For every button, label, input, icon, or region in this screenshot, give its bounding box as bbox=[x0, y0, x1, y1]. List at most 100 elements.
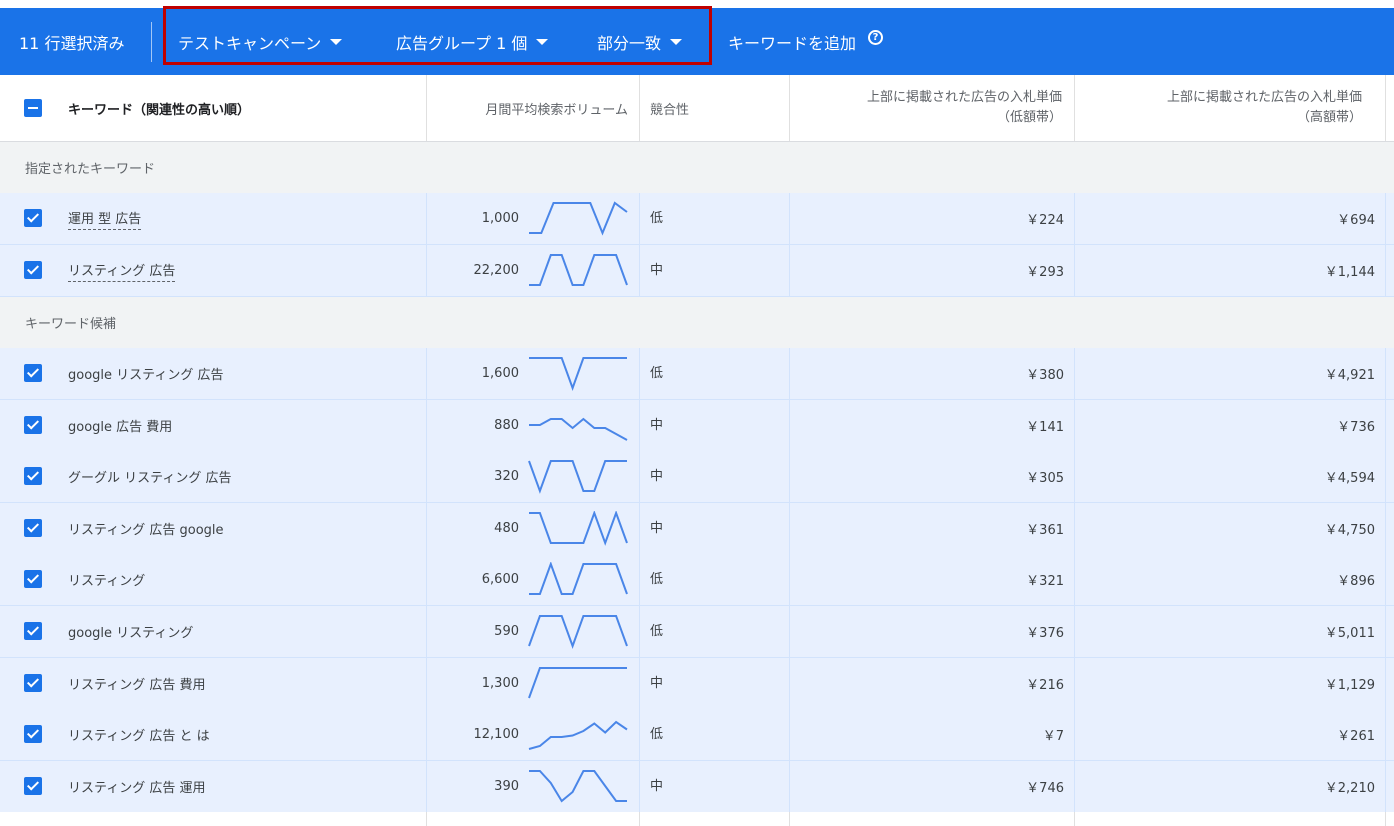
table-row[interactable]: リスティング 広告 と は 12,100 低 ￥7 ￥261 bbox=[0, 709, 1394, 761]
bid-low-cell: ￥224 bbox=[1026, 213, 1064, 228]
sparkline-path bbox=[529, 357, 627, 391]
column-header-bid-low[interactable]: 上部に掲載された広告の入札単価 （低額帯） bbox=[790, 75, 1074, 141]
highlight-annotation-box bbox=[163, 6, 712, 65]
bid-low-cell: ￥293 bbox=[1026, 265, 1064, 280]
bid-low-cell: ￥321 bbox=[1026, 574, 1064, 589]
volume-cell: 1,000 bbox=[481, 211, 519, 226]
table-row[interactable]: リスティング 6,600 低 ￥321 ￥896 bbox=[0, 554, 1394, 606]
row-checkbox[interactable] bbox=[24, 416, 42, 434]
trend-sparkline bbox=[528, 615, 628, 649]
column-header-keyword[interactable]: キーワード（関連性の高い順） bbox=[68, 75, 250, 141]
competition-cell: 中 bbox=[650, 418, 664, 433]
bid-low-cell: ￥376 bbox=[1026, 626, 1064, 641]
column-header-competition[interactable]: 競合性 bbox=[650, 75, 689, 141]
keyword-cell: リスティング 広告 bbox=[68, 245, 176, 296]
section-label: 指定されたキーワード bbox=[25, 162, 156, 177]
table-row[interactable]: リスティング 広告 google 480 中 ￥361 ￥4,750 bbox=[0, 503, 1394, 555]
add-keywords-button[interactable]: キーワードを追加 ? bbox=[728, 8, 884, 75]
sparkline-path bbox=[529, 562, 628, 595]
help-icon[interactable]: ? bbox=[868, 30, 884, 45]
bid-high-cell: ￥4,750 bbox=[1324, 523, 1375, 538]
row-checkbox[interactable] bbox=[24, 570, 42, 588]
keyword-cell: google 広告 費用 bbox=[68, 400, 172, 451]
sparkline-path bbox=[528, 460, 627, 494]
bid-high-line2: （高額帯） bbox=[1296, 110, 1362, 125]
keyword-text: リスティング 広告 bbox=[68, 260, 176, 282]
competition-cell: 中 bbox=[650, 779, 664, 794]
table-row[interactable]: リスティング 広告 運用 390 中 ￥746 ￥2,210 bbox=[0, 761, 1394, 813]
row-checkbox[interactable] bbox=[24, 674, 42, 692]
row-checkbox[interactable] bbox=[24, 467, 42, 485]
bid-high-cell: ￥4,921 bbox=[1324, 368, 1375, 383]
bid-high-line1: 上部に掲載された広告の入札単価 bbox=[1166, 90, 1362, 105]
keyword-cell: リスティング 広告 と は bbox=[68, 709, 210, 760]
sparkline-path bbox=[529, 511, 628, 546]
trend-sparkline bbox=[529, 562, 628, 595]
bid-low-cell: ￥361 bbox=[1026, 523, 1064, 538]
row-checkbox[interactable] bbox=[24, 261, 42, 279]
table-row[interactable]: google 広告 費用 880 中 ￥141 ￥736 bbox=[0, 400, 1394, 452]
keyword-cell: リスティング 広告 運用 bbox=[68, 761, 206, 812]
toolbar-divider bbox=[151, 22, 152, 62]
column-header-volume[interactable]: 月間平均検索ボリューム bbox=[427, 75, 638, 141]
table-row[interactable]: グーグル リスティング 広告 320 中 ￥305 ￥4,594 bbox=[0, 451, 1394, 503]
keyword-text: google リスティング 広告 bbox=[68, 368, 224, 383]
sparkline-path bbox=[529, 201, 628, 236]
column-divider bbox=[639, 75, 640, 141]
competition-cell: 中 bbox=[650, 469, 664, 484]
table-row[interactable]: google リスティング 広告 1,600 低 ￥380 ￥4,921 bbox=[0, 348, 1394, 400]
bid-high-cell: ￥5,011 bbox=[1324, 626, 1375, 641]
section-label: キーワード候補 bbox=[25, 317, 117, 332]
trend-sparkline bbox=[529, 770, 627, 803]
trend-sparkline bbox=[529, 417, 628, 441]
competition-cell: 低 bbox=[650, 572, 664, 587]
competition-cell: 中 bbox=[650, 263, 664, 278]
keyword-text: リスティング bbox=[68, 574, 146, 589]
sparkline-path bbox=[529, 770, 627, 803]
table-header: キーワード（関連性の高い順） 月間平均検索ボリューム 競合性 上部に掲載された広… bbox=[0, 75, 1394, 142]
competition-cell: 低 bbox=[650, 211, 664, 226]
row-checkbox[interactable] bbox=[24, 519, 42, 537]
bid-high-cell: ￥2,210 bbox=[1324, 781, 1375, 796]
keyword-cell: グーグル リスティング 広告 bbox=[68, 451, 232, 502]
trend-sparkline bbox=[529, 511, 628, 546]
volume-cell: 12,100 bbox=[473, 727, 520, 742]
bid-high-cell: ￥1,144 bbox=[1324, 265, 1375, 280]
competition-cell: 低 bbox=[650, 366, 664, 381]
volume-cell: 590 bbox=[494, 624, 519, 639]
table-row[interactable]: google リスティング 590 低 ￥376 ￥5,011 bbox=[0, 606, 1394, 658]
table-row[interactable]: 運用 型 広告 1,000 低 ￥224 ￥694 bbox=[0, 193, 1394, 245]
sparkline-path bbox=[528, 720, 628, 750]
trend-sparkline bbox=[529, 201, 628, 236]
row-checkbox[interactable] bbox=[24, 725, 42, 743]
bid-high-cell: ￥1,129 bbox=[1324, 678, 1375, 693]
volume-cell: 480 bbox=[494, 521, 519, 536]
sparkline-path bbox=[529, 254, 628, 286]
volume-cell: 6,600 bbox=[481, 572, 519, 587]
row-checkbox[interactable] bbox=[24, 777, 42, 795]
column-header-bid-high[interactable]: 上部に掲載された広告の入札単価 （高額帯） bbox=[1075, 75, 1374, 141]
row-checkbox[interactable] bbox=[24, 364, 42, 382]
trend-sparkline bbox=[528, 460, 627, 494]
bid-low-cell: ￥7 bbox=[1042, 729, 1064, 744]
table-row[interactable]: リスティング 広告 22,200 中 ￥293 ￥1,144 bbox=[0, 245, 1394, 297]
keyword-text: リスティング 広告 運用 bbox=[68, 781, 206, 796]
select-all-checkbox[interactable] bbox=[24, 99, 42, 117]
competition-cell: 低 bbox=[650, 624, 664, 639]
bid-high-cell: ￥261 bbox=[1337, 729, 1375, 744]
volume-cell: 390 bbox=[494, 779, 519, 794]
trend-sparkline bbox=[529, 357, 627, 391]
table-row[interactable]: リスティング 広告 費用 1,300 中 ￥216 ￥1,129 bbox=[0, 658, 1394, 710]
keyword-text: リスティング 広告 google bbox=[68, 523, 224, 538]
bid-high-cell: ￥4,594 bbox=[1324, 471, 1375, 486]
keyword-text: リスティング 広告 と は bbox=[68, 729, 210, 744]
bid-high-cell: ￥736 bbox=[1337, 420, 1375, 435]
volume-cell: 320 bbox=[494, 469, 519, 484]
add-keywords-label: キーワードを追加 bbox=[728, 33, 857, 53]
selected-count: 11 行選択済み bbox=[19, 33, 125, 53]
trend-sparkline bbox=[528, 720, 628, 750]
bid-high-cell: ￥694 bbox=[1337, 213, 1375, 228]
row-checkbox[interactable] bbox=[24, 209, 42, 227]
row-checkbox[interactable] bbox=[24, 622, 42, 640]
bid-low-cell: ￥305 bbox=[1026, 471, 1064, 486]
